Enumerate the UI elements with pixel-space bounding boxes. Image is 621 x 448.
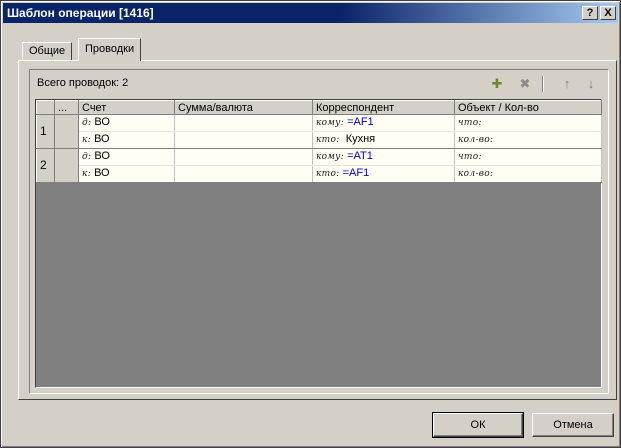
column-header-marker[interactable]: ... (54, 100, 79, 115)
corr-value: =AF1 (347, 116, 374, 128)
column-header-object[interactable]: Объект / Кол-во (454, 100, 602, 115)
debit-account: ВО (94, 150, 110, 162)
correspondent-cell[interactable]: кто: =AF1 (312, 165, 455, 183)
credit-account-cell[interactable]: к: ВО (78, 165, 175, 183)
row-marker[interactable] (54, 148, 79, 183)
credit-account-cell[interactable]: к: ВО (78, 131, 175, 149)
table-row[interactable]: к: ВО кто: =AF1 кол-во: (37, 165, 602, 183)
help-button[interactable]: ? (582, 6, 598, 20)
entries-grid[interactable]: ... Счет Сумма/валюта Корреспондент Объе… (35, 99, 602, 388)
correspondent-cell[interactable]: кому: =AF1 (312, 114, 455, 132)
corr-value: Кухня (345, 133, 376, 145)
credit-prefix: к: (82, 135, 92, 145)
add-entry-icon[interactable]: ✚ (489, 76, 505, 92)
close-button[interactable]: X (600, 6, 616, 20)
amount-cell[interactable] (174, 165, 313, 183)
corr-value: =AT1 (347, 150, 373, 162)
column-header-correspondent[interactable]: Корреспондент (312, 100, 455, 115)
debit-account-cell[interactable]: д: ВО (78, 114, 175, 132)
corr-value: =AF1 (342, 167, 370, 179)
object-prefix: что: (458, 152, 482, 162)
amount-cell[interactable] (174, 114, 313, 132)
credit-account: ВО (94, 167, 110, 179)
debit-prefix: д: (82, 152, 92, 162)
debit-account: ВО (94, 116, 110, 128)
arrow-down-icon[interactable]: ↓ (583, 76, 599, 92)
quantity-prefix: кол-во: (458, 135, 494, 145)
amount-cell[interactable] (174, 131, 313, 149)
row-marker[interactable] (54, 114, 79, 149)
entries-table: ... Счет Сумма/валюта Корреспондент Объе… (36, 100, 602, 183)
table-row[interactable]: 1 д: ВО кому: =AF1 что: (36, 114, 602, 149)
corr-prefix: кому: (316, 152, 345, 162)
credit-prefix: к: (82, 169, 92, 179)
amount-cell[interactable] (174, 148, 313, 166)
debit-account-cell[interactable]: д: ВО (78, 148, 175, 166)
tab-entries[interactable]: Проводки (78, 38, 142, 61)
title-bar[interactable]: Шаблон операции [1416] ? X (3, 3, 618, 23)
object-prefix: что: (458, 118, 482, 128)
corr-prefix: кто: (316, 169, 340, 179)
arrow-up-icon[interactable]: ↑ (559, 76, 575, 92)
entry-number[interactable]: 1 (36, 114, 55, 149)
cancel-button[interactable]: Отмена (532, 413, 614, 437)
object-cell[interactable]: что: (454, 114, 602, 132)
tab-general[interactable]: Общие (22, 42, 73, 60)
entries-toolbar: Всего проводок: 2 ✚ ✖ ↑ ↓ (31, 71, 607, 97)
column-header-rownum[interactable] (36, 100, 55, 115)
toolbar-separator (542, 76, 544, 92)
corr-prefix: кто: (316, 135, 340, 145)
credit-account: ВО (94, 133, 110, 145)
quantity-cell[interactable]: кол-во: (454, 165, 602, 183)
ok-button[interactable]: ОК (432, 412, 524, 438)
window-title: Шаблон операции [1416] (7, 6, 154, 20)
table-row[interactable]: к: ВО кто: Кухня кол-во: (37, 131, 602, 149)
delete-entry-icon[interactable]: ✖ (517, 76, 533, 92)
table-header-row: ... Счет Сумма/валюта Корреспондент Объе… (36, 100, 602, 115)
column-header-account[interactable]: Счет (78, 100, 175, 115)
quantity-cell[interactable]: кол-во: (454, 131, 602, 149)
corr-prefix: кому: (316, 118, 345, 128)
correspondent-cell[interactable]: кто: Кухня (312, 131, 455, 149)
correspondent-cell[interactable]: кому: =AT1 (312, 148, 455, 166)
object-cell[interactable]: что: (454, 148, 602, 166)
table-row[interactable]: 2 д: ВО кому: =AT1 что: (36, 148, 602, 183)
entries-count-label: Всего проводок: 2 (37, 77, 129, 89)
debit-prefix: д: (82, 118, 92, 128)
quantity-prefix: кол-во: (458, 169, 494, 179)
entry-number[interactable]: 2 (36, 148, 55, 183)
dialog-window: Шаблон операции [1416] ? X Общие Проводк… (0, 0, 621, 448)
column-header-amount[interactable]: Сумма/валюта (174, 100, 313, 115)
